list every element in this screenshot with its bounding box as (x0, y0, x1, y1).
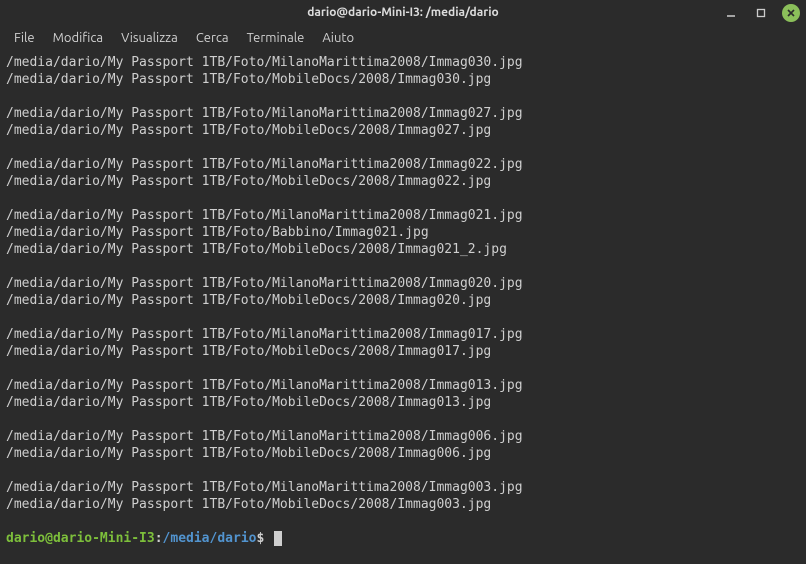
prompt-path: /media/dario (163, 531, 257, 546)
menu-file[interactable]: File (6, 29, 43, 47)
terminal-output-line: /media/dario/My Passport 1TB/Foto/Mobile… (6, 173, 800, 190)
prompt-input[interactable] (264, 531, 272, 546)
terminal-viewport[interactable]: /media/dario/My Passport 1TB/Foto/Milano… (0, 50, 806, 564)
terminal-output-line: /media/dario/My Passport 1TB/Foto/Milano… (6, 377, 800, 394)
terminal-blank-line (6, 411, 800, 428)
terminal-output-line: /media/dario/My Passport 1TB/Foto/Mobile… (6, 241, 800, 258)
terminal-output-line: /media/dario/My Passport 1TB/Foto/Mobile… (6, 445, 800, 462)
terminal-blank-line (6, 309, 800, 326)
window-title: dario@dario-Mini-I3: /media/dario (307, 6, 499, 19)
terminal-output-line: /media/dario/My Passport 1TB/Foto/Mobile… (6, 292, 800, 309)
terminal-output-line: /media/dario/My Passport 1TB/Foto/Milano… (6, 479, 800, 496)
terminal-output-line: /media/dario/My Passport 1TB/Foto/Milano… (6, 156, 800, 173)
menu-view[interactable]: Visualizza (113, 29, 186, 47)
cursor-icon (274, 531, 282, 546)
close-button[interactable] (782, 4, 800, 22)
prompt-colon: : (155, 531, 163, 546)
terminal-output-line: /media/dario/My Passport 1TB/Foto/Milano… (6, 428, 800, 445)
terminal-output-line: /media/dario/My Passport 1TB/Foto/Mobile… (6, 496, 800, 513)
terminal-blank-line (6, 513, 800, 530)
terminal-output-line: /media/dario/My Passport 1TB/Foto/Mobile… (6, 394, 800, 411)
terminal-output-line: /media/dario/My Passport 1TB/Foto/Mobile… (6, 122, 800, 139)
terminal-output-line: /media/dario/My Passport 1TB/Foto/Milano… (6, 207, 800, 224)
terminal-blank-line (6, 190, 800, 207)
maximize-button[interactable] (752, 4, 770, 22)
terminal-blank-line (6, 139, 800, 156)
terminal-blank-line (6, 88, 800, 105)
terminal-output-line: /media/dario/My Passport 1TB/Foto/Mobile… (6, 343, 800, 360)
menu-help[interactable]: Aiuto (314, 29, 362, 47)
terminal-output-line: /media/dario/My Passport 1TB/Foto/Babbin… (6, 224, 800, 241)
window-controls (722, 4, 800, 22)
prompt-user-host: dario@dario-Mini-I3 (6, 531, 155, 546)
minimize-button[interactable] (722, 4, 740, 22)
terminal-output-line: /media/dario/My Passport 1TB/Foto/Milano… (6, 275, 800, 292)
terminal-output-line: /media/dario/My Passport 1TB/Foto/Milano… (6, 105, 800, 122)
menu-terminal[interactable]: Terminale (239, 29, 313, 47)
terminal-blank-line (6, 258, 800, 275)
terminal-prompt[interactable]: dario@dario-Mini-I3:/media/dario$ (6, 530, 800, 547)
menu-search[interactable]: Cerca (188, 29, 237, 47)
menubar: File Modifica Visualizza Cerca Terminale… (0, 25, 806, 50)
terminal-blank-line (6, 462, 800, 479)
terminal-output-line: /media/dario/My Passport 1TB/Foto/Milano… (6, 54, 800, 71)
window-titlebar: dario@dario-Mini-I3: /media/dario (0, 0, 806, 25)
terminal-output-line: /media/dario/My Passport 1TB/Foto/Milano… (6, 326, 800, 343)
terminal-blank-line (6, 360, 800, 377)
terminal-output-line: /media/dario/My Passport 1TB/Foto/Mobile… (6, 71, 800, 88)
menu-edit[interactable]: Modifica (45, 29, 111, 47)
